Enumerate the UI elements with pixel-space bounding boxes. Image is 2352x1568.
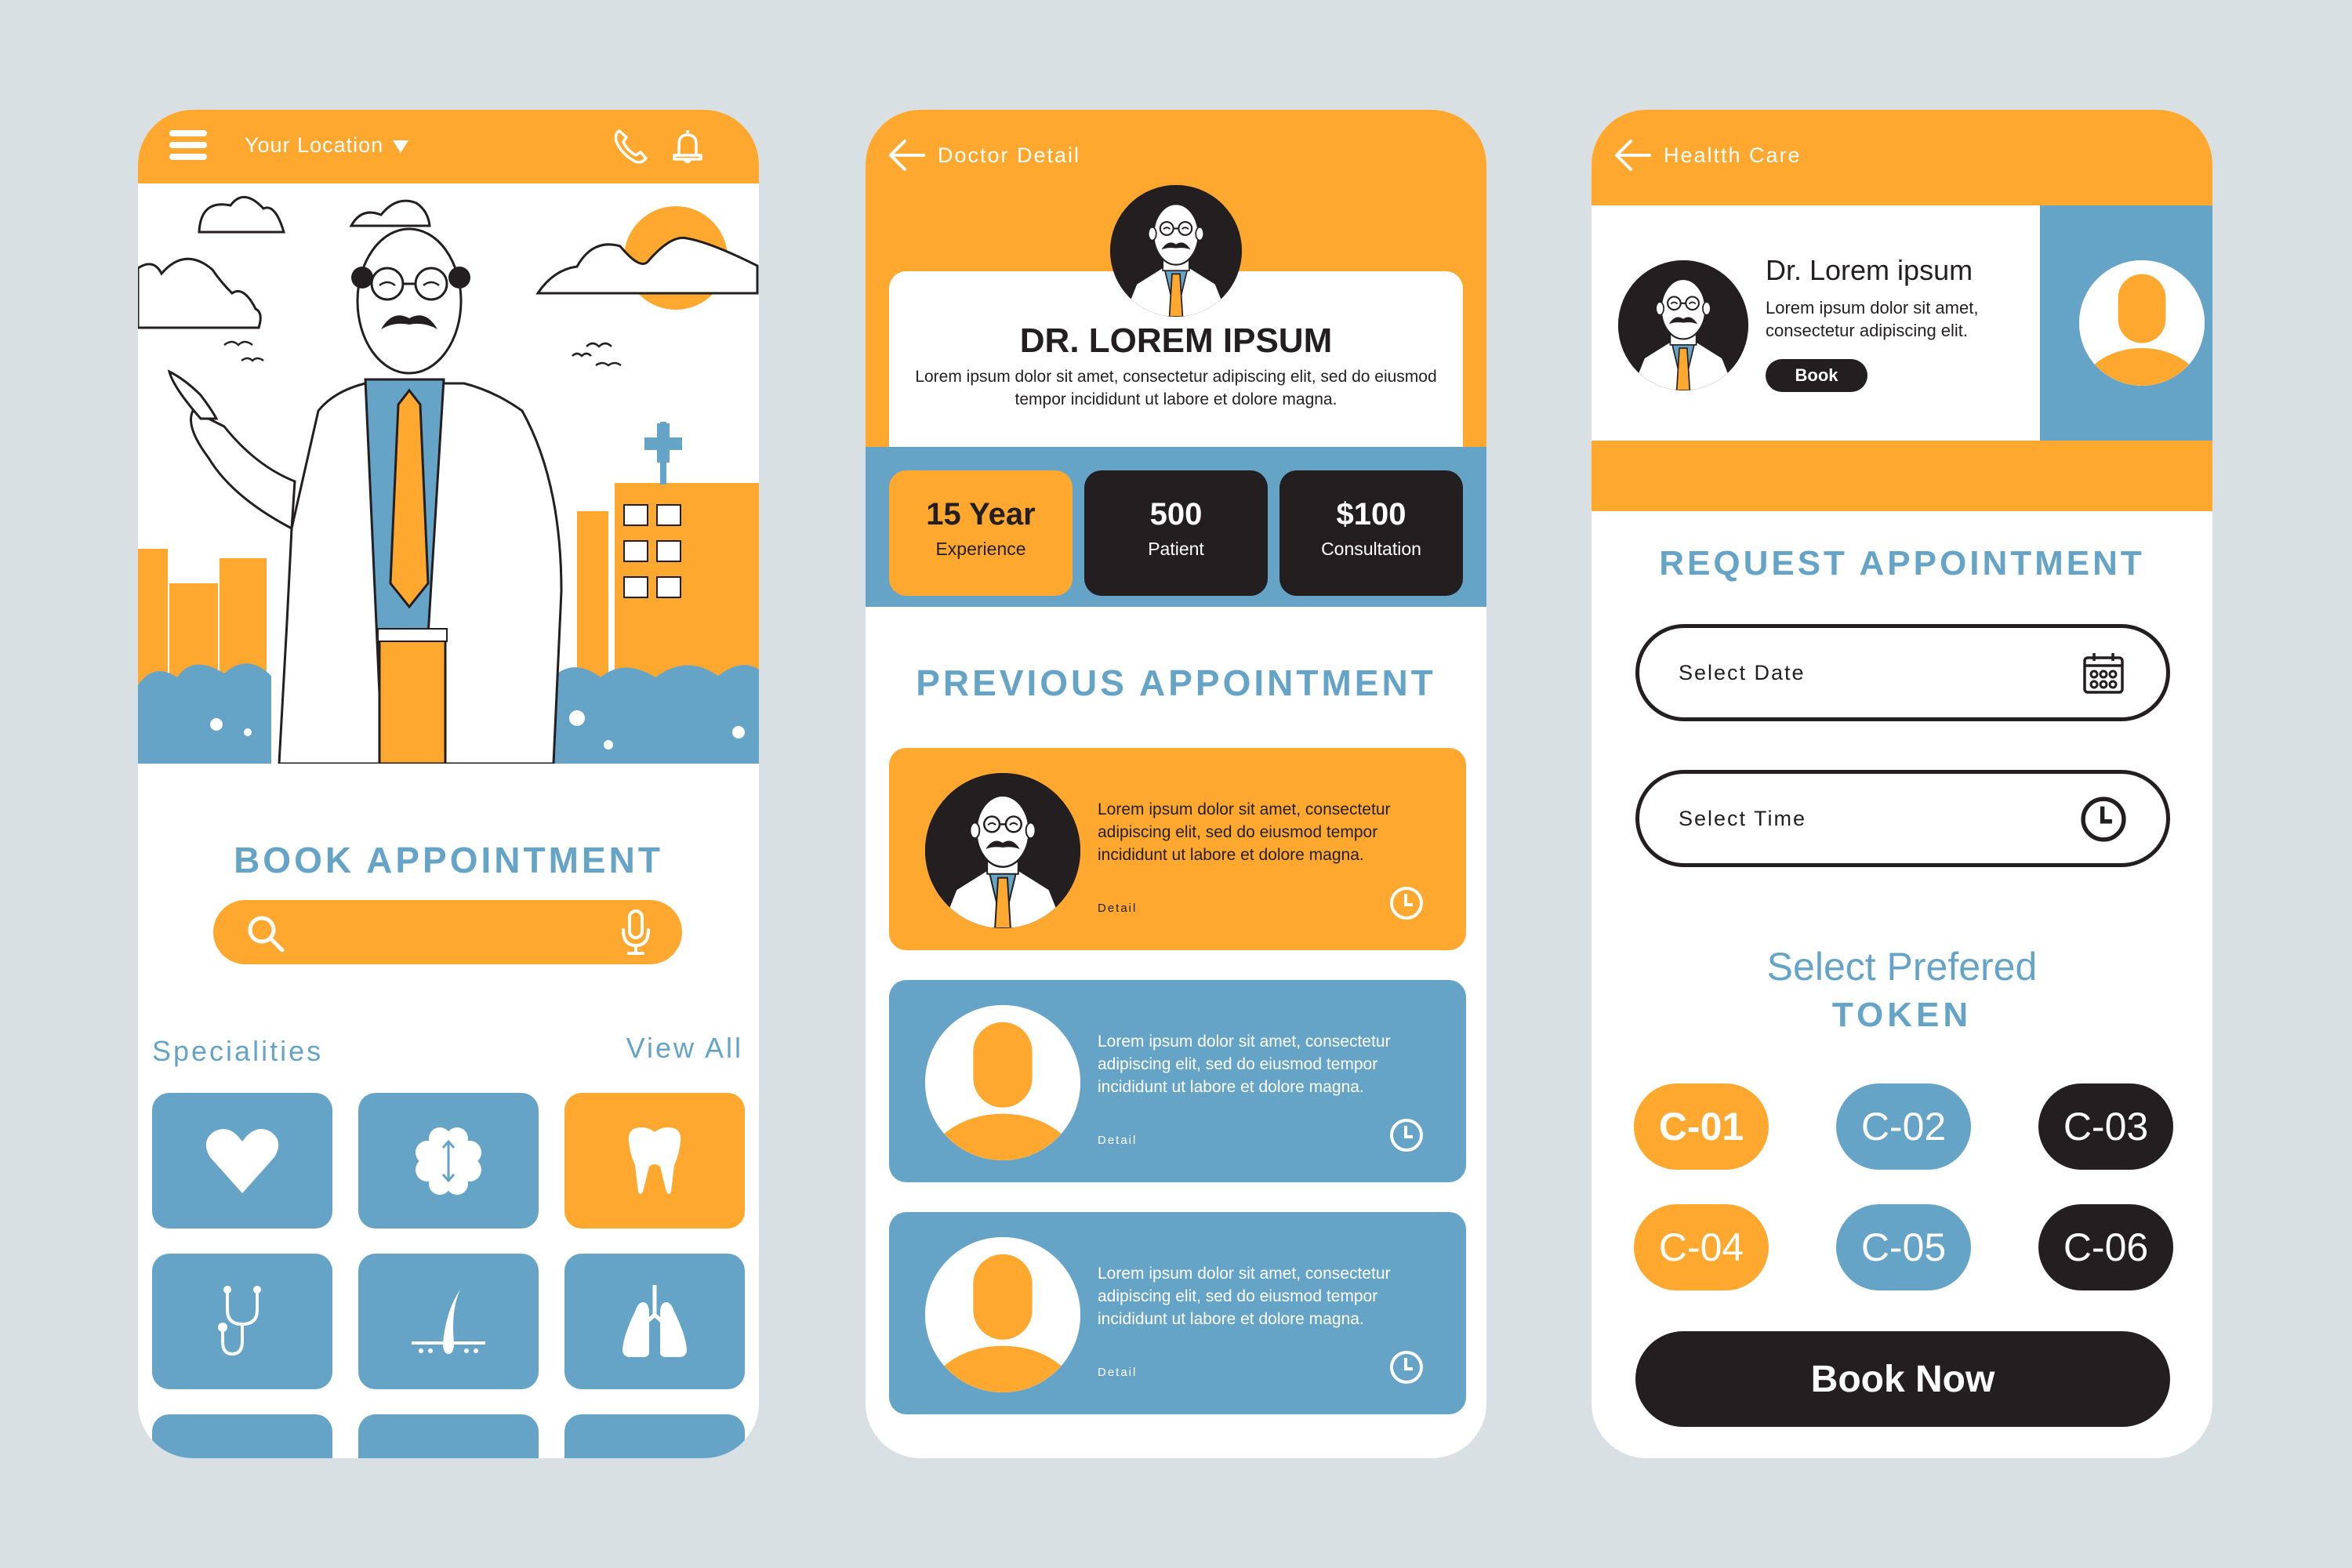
token-title-line2: TOKEN [1831, 996, 1973, 1034]
clock-icon [1389, 1118, 1424, 1152]
bell-icon[interactable] [668, 127, 707, 166]
token-c-04[interactable]: C-04 [1634, 1204, 1769, 1290]
specialities-label: Specialities [152, 1035, 324, 1067]
stat-value: 500 [1149, 497, 1203, 532]
speciality-tile-cardiology[interactable] [152, 1093, 332, 1229]
lungs-icon [622, 1284, 687, 1357]
speciality-tile-general[interactable] [152, 1254, 332, 1389]
doctor-pointing-city-illustration [138, 196, 759, 764]
hair-follicle-icon [412, 1289, 485, 1354]
stat-label: Patient [1148, 539, 1204, 559]
doctor-name: Dr. Lorem ipsum [1766, 254, 1973, 286]
microphone-icon[interactable] [618, 908, 654, 958]
clock-icon [1389, 886, 1424, 920]
token-c-03[interactable]: C-03 [2038, 1083, 2173, 1170]
doctor-description: Lorem ipsum dolor sit amet, consectetur … [1766, 298, 1979, 340]
speciality-tile-pulmonology[interactable] [564, 1254, 745, 1389]
stat-consultation: $100 Consultation [1279, 470, 1463, 596]
screen-title: Healtth Care [1664, 143, 1802, 167]
doctor-avatar [925, 773, 1080, 928]
appointment-text: Lorem ipsum dolor sit amet, consectetur … [1098, 1265, 1391, 1328]
token-c-06[interactable]: C-06 [2038, 1204, 2173, 1290]
stat-experience: 15 Year Experience [889, 470, 1073, 596]
book-appointment-title: BOOK APPOINTMENT [234, 840, 663, 880]
previous-appointment-title: PREVIOUS APPOINTMENT [916, 662, 1436, 703]
heart-icon [205, 1128, 279, 1193]
doctor-booking-card: Dr. Lorem ipsum Lorem ipsum dolor sit am… [1592, 205, 2040, 441]
appointment-text: Lorem ipsum dolor sit amet, consectetur … [1098, 1033, 1391, 1096]
select-time-field[interactable] [1635, 770, 2170, 867]
back-button[interactable]: Doctor Detail [887, 138, 1080, 172]
calendar-icon[interactable] [2080, 650, 2127, 697]
clock-icon[interactable] [2080, 796, 2127, 843]
speciality-tile[interactable] [152, 1414, 332, 1458]
user-placeholder-avatar [925, 1005, 1080, 1160]
appointment-detail-link[interactable]: Detail [1098, 1366, 1137, 1379]
stat-value: $100 [1336, 497, 1406, 532]
token-c-05[interactable]: C-05 [1836, 1204, 1971, 1290]
speciality-tile-dermatology[interactable] [358, 1254, 539, 1389]
doctor-avatar [1618, 260, 1748, 390]
next-doctor-card[interactable] [2040, 205, 2212, 441]
token-c-02[interactable]: C-02 [1836, 1083, 1971, 1170]
search-bar[interactable] [213, 900, 682, 964]
request-appointment-title: REQUEST APPOINTMENT [1659, 544, 2145, 583]
speciality-tile[interactable] [564, 1414, 745, 1458]
doctor-detail-screen: Doctor Detail DR. LOREM IPSUM Lorem ipsu… [866, 110, 1486, 1458]
appointment-text: Lorem ipsum dolor sit amet, consectetur … [1098, 800, 1391, 864]
stat-label: Experience [935, 539, 1026, 559]
view-all-link[interactable]: View All [626, 1032, 743, 1065]
doctor-avatar [1110, 185, 1242, 317]
home-screen: Your Location BOOK APPOINTMENT Specialit… [138, 110, 759, 1458]
appointment-card[interactable]: Lorem ipsum dolor sit amet, consectetur … [889, 980, 1466, 1182]
stethoscope-icon [218, 1285, 261, 1356]
search-icon[interactable] [245, 913, 287, 955]
date-input[interactable] [1679, 628, 2055, 717]
doctor-description: Lorem ipsum dolor sit amet, consectetur … [915, 368, 1437, 408]
search-input[interactable] [292, 900, 590, 964]
home-header: Your Location [138, 110, 759, 183]
location-label: Your Location [245, 133, 384, 157]
time-input[interactable] [1679, 774, 2055, 863]
brain-icon [416, 1127, 481, 1195]
token-grid: C-01 C-02 C-03 C-04 C-05 C-06 [1634, 1083, 2175, 1290]
book-now-button[interactable]: Book Now [1635, 1331, 2170, 1427]
arrow-left-icon [887, 138, 927, 172]
appointment-detail-link[interactable]: Detail [1098, 1134, 1137, 1147]
user-placeholder-avatar [2079, 260, 2205, 386]
appointment-detail-link[interactable]: Detail [1098, 902, 1137, 915]
doctor-name: DR. LOREM IPSUM [1019, 321, 1333, 360]
appointment-card[interactable]: Lorem ipsum dolor sit amet, consectetur … [889, 1212, 1466, 1414]
specialities-grid [152, 1093, 759, 1458]
token-title: Select Prefered TOKEN [1592, 944, 2212, 1035]
speciality-tile-dentistry[interactable] [564, 1093, 745, 1229]
speciality-tile[interactable] [358, 1414, 539, 1458]
back-button[interactable]: Healtth Care [1613, 138, 1802, 172]
select-date-field[interactable] [1635, 624, 2170, 721]
hamburger-menu-icon[interactable] [169, 130, 207, 162]
appointment-card[interactable]: Lorem ipsum dolor sit amet, consectetur … [889, 748, 1466, 950]
health-care-screen: Healtth Care Dr. Lorem ipsum Lorem ipsum… [1592, 110, 2212, 1458]
clock-icon [1389, 1350, 1424, 1385]
token-title-line1: Select Prefered [1766, 945, 2038, 989]
location-selector[interactable]: Your Location [245, 133, 409, 158]
stats-band: 15 Year Experience 500 Patient $100 Cons… [866, 447, 1486, 607]
book-button[interactable]: Book [1766, 359, 1867, 392]
token-c-01[interactable]: C-01 [1634, 1083, 1769, 1170]
tooth-icon [628, 1127, 681, 1194]
caret-down-icon [393, 140, 409, 153]
stat-label: Consultation [1321, 539, 1421, 559]
stat-value: 15 Year [926, 497, 1036, 532]
screen-title: Doctor Detail [938, 143, 1081, 167]
stat-patients: 500 Patient [1084, 470, 1268, 596]
user-placeholder-avatar [925, 1237, 1080, 1392]
arrow-left-icon [1613, 138, 1653, 172]
phone-icon[interactable] [612, 127, 651, 166]
speciality-tile-neurology[interactable] [358, 1093, 539, 1229]
